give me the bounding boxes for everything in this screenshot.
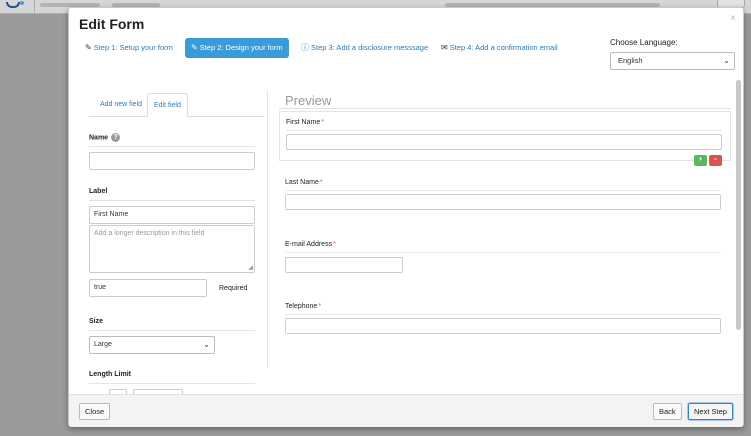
preview-field-first-name[interactable]: First Name* + − xyxy=(279,111,731,166)
help-icon[interactable]: ? xyxy=(111,133,121,142)
close-button[interactable]: Close xyxy=(79,403,111,420)
field-label: Telephone* xyxy=(285,303,321,310)
preview-field-email[interactable]: E-mail Address* xyxy=(279,236,731,276)
preview-field-last-name[interactable]: Last Name* xyxy=(279,174,731,214)
field-label-text: Last Name xyxy=(285,179,319,186)
label-label: Label xyxy=(89,188,108,195)
tab-edit-field[interactable]: Edit field xyxy=(147,93,188,117)
description-textarea[interactable]: Add a longer description in this field ◢ xyxy=(89,225,255,273)
language-label: Choose Language: xyxy=(610,38,678,47)
field-label-text: E-mail Address xyxy=(285,241,333,248)
step-design-form[interactable]: ✎ Step 2: Design your form xyxy=(185,38,289,58)
pane-divider xyxy=(267,90,268,368)
divider xyxy=(89,383,255,384)
divider xyxy=(285,314,721,315)
field-label-text: First Name xyxy=(286,119,321,126)
size-label: Size xyxy=(89,318,104,325)
telephone-input[interactable] xyxy=(285,318,721,334)
preview-divider xyxy=(279,108,731,109)
length-limit-label: Length Limit xyxy=(89,371,131,378)
preview-title: Preview xyxy=(285,93,332,108)
required-asterisk: * xyxy=(321,119,324,126)
next-step-button[interactable]: Next Step xyxy=(688,403,733,420)
remove-field-icon[interactable]: − xyxy=(709,155,722,166)
field-label: First Name* xyxy=(286,119,324,126)
required-asterisk: * xyxy=(333,241,336,248)
preview-scrollbar[interactable] xyxy=(736,80,741,330)
first-name-input[interactable] xyxy=(286,134,722,150)
required-asterisk: * xyxy=(318,303,322,310)
name-label: Name? xyxy=(89,133,121,142)
add-field-icon[interactable]: + xyxy=(694,155,707,166)
email-input[interactable] xyxy=(285,257,403,273)
last-name-input[interactable] xyxy=(285,194,721,210)
required-input[interactable]: true xyxy=(89,279,207,297)
divider xyxy=(285,252,721,253)
wrench-icon: ✎ xyxy=(85,43,92,52)
chevron-down-icon: ⌄ xyxy=(203,340,210,349)
required-asterisk: * xyxy=(319,179,323,186)
divider xyxy=(89,146,255,147)
step-label: Step 1: Setup your form xyxy=(93,43,173,52)
description-placeholder: Add a longer description in this field xyxy=(94,230,205,237)
preview-field-telephone[interactable]: Telephone* xyxy=(279,298,731,338)
pencil-icon: ✎ xyxy=(191,43,198,52)
field-editor-pane: Add new field Edit field Name? Label Fir… xyxy=(79,88,269,394)
divider xyxy=(285,190,721,191)
chevron-down-icon: ⌄ xyxy=(723,56,730,65)
field-label: E-mail Address* xyxy=(285,241,336,248)
tab-add-new-field[interactable]: Add new field xyxy=(94,93,148,117)
step-label: Step 3: Add a disclosure messsage xyxy=(311,43,429,52)
divider xyxy=(286,130,722,131)
step-label: Step 2: Design your form xyxy=(199,43,283,52)
required-label: Required xyxy=(219,285,248,292)
name-input[interactable] xyxy=(89,152,255,170)
step-disclosure-message[interactable]: ⓘ Step 3: Add a disclosure messsage xyxy=(301,38,428,58)
step-label: Step 4: Add a confirmation email xyxy=(449,43,558,52)
language-value: English xyxy=(618,56,643,65)
scrollbar-thumb[interactable] xyxy=(736,80,741,330)
modal-title: Edit Form xyxy=(79,16,145,32)
resize-handle-icon[interactable]: ◢ xyxy=(248,264,253,271)
divider xyxy=(89,330,255,331)
back-button[interactable]: Back xyxy=(653,403,682,420)
divider xyxy=(89,200,255,201)
info-icon: ⓘ xyxy=(301,43,309,52)
close-icon[interactable]: × xyxy=(730,13,736,24)
label-input[interactable]: First Name xyxy=(89,206,255,224)
envelope-icon: ✉ xyxy=(441,43,448,52)
size-value: Large xyxy=(94,341,112,348)
field-label-text: Telephone xyxy=(285,303,318,310)
size-select[interactable]: Large ⌄ xyxy=(89,336,215,354)
step-setup-form[interactable]: ✎ Step 1: Setup your form xyxy=(85,38,173,58)
partner-logo xyxy=(6,0,28,10)
editor-tabs: Add new field Edit field xyxy=(89,93,265,117)
field-label: Last Name* xyxy=(285,179,323,186)
language-select[interactable]: English ⌄ xyxy=(610,52,735,70)
edit-form-modal: Edit Form × ✎ Step 1: Setup your form ✎ St… xyxy=(68,7,744,427)
name-label-text: Name xyxy=(89,134,109,142)
step-confirmation-email[interactable]: ✉ Step 4: Add a confirmation email xyxy=(441,38,558,58)
modal-footer: Close Back Next Step xyxy=(69,394,743,427)
topbar-divider xyxy=(34,0,35,12)
